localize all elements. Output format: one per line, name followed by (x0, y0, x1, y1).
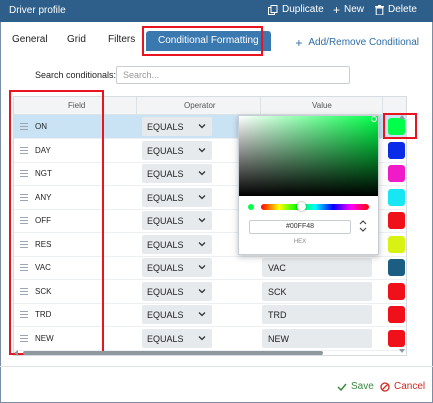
hex-mode-label: HEX (293, 239, 307, 245)
title-bar: Driver profile Duplicate + New Delete (0, 0, 433, 22)
operator-select[interactable]: EQUALS (142, 258, 212, 277)
new-button[interactable]: + New (333, 2, 365, 17)
value-text: VAC (268, 263, 286, 273)
operator-select[interactable]: EQUALS (142, 305, 212, 324)
operator-value: EQUALS (147, 239, 184, 250)
operator-select[interactable]: EQUALS (142, 140, 212, 160)
swatch-highlight-box (383, 113, 417, 139)
operator-value: EQUALS (147, 122, 184, 132)
chevron-down-icon (198, 265, 206, 270)
chevron-down-icon (198, 171, 206, 176)
color-picker-popover: #00FF48 HEX (238, 115, 379, 255)
save-label: Save (351, 381, 374, 392)
chevron-down-icon (198, 241, 206, 246)
chevron-down-icon (198, 124, 206, 129)
new-label: New (344, 4, 365, 15)
chevron-down-icon (198, 288, 206, 293)
operator-select[interactable]: EQUALS (142, 187, 212, 207)
chevron-down-icon (198, 147, 206, 152)
delete-button[interactable]: Delete (375, 4, 417, 15)
tab-highlight-box (142, 26, 263, 56)
operator-select[interactable]: EQUALS (142, 211, 212, 230)
horizontal-scrollbar[interactable] (13, 349, 407, 357)
trash-icon (375, 4, 384, 15)
check-icon (337, 383, 347, 391)
operator-select[interactable]: EQUALS (142, 281, 212, 301)
duplicate-button[interactable]: Duplicate (268, 4, 324, 15)
plus-icon: + (333, 2, 341, 17)
value-text: NEW (268, 333, 289, 344)
delete-label: Delete (388, 4, 417, 15)
value-input[interactable]: TRD (262, 305, 372, 324)
hex-input[interactable]: #00FF48 (249, 220, 351, 234)
operator-value: EQUALS (147, 145, 184, 156)
hue-slider-handle[interactable] (297, 202, 306, 211)
operator-value: EQUALS (147, 286, 184, 297)
value-input[interactable]: VAC (262, 258, 372, 277)
scroll-left-icon[interactable] (13, 349, 19, 357)
saturation-handle[interactable] (371, 116, 377, 122)
horizontal-scroll-thumb[interactable] (23, 351, 323, 355)
operator-value: EQUALS (147, 169, 184, 179)
scroll-down-icon[interactable] (398, 348, 406, 354)
column-header-operator[interactable]: Operator (184, 101, 216, 110)
add-remove-conditional-button[interactable]: + Add/Remove Conditional (295, 35, 419, 50)
tab-filters[interactable]: Filters (108, 34, 135, 45)
value-input[interactable]: SCK (262, 281, 372, 301)
tab-grid[interactable]: Grid (67, 34, 86, 45)
cancel-button[interactable]: Cancel (380, 381, 425, 392)
plus-icon: + (295, 35, 303, 50)
tab-general[interactable]: General (12, 34, 48, 45)
duplicate-label: Duplicate (282, 4, 324, 15)
mode-toggle-icon[interactable] (359, 220, 367, 232)
operator-select[interactable]: EQUALS (142, 328, 212, 348)
operator-value: EQUALS (147, 216, 184, 226)
value-input[interactable]: NEW (262, 328, 372, 348)
operator-value: EQUALS (147, 263, 184, 273)
chevron-down-icon (198, 218, 206, 223)
operator-select[interactable]: EQUALS (142, 234, 212, 254)
color-preview-dot (248, 204, 254, 210)
chevron-down-icon (198, 194, 206, 199)
chevron-down-icon (198, 312, 206, 317)
search-label: Search conditionals: (35, 70, 117, 80)
value-text: SCK (268, 286, 287, 297)
cancel-label: Cancel (394, 381, 426, 392)
dialog-title: Driver profile (9, 5, 66, 16)
operator-value: EQUALS (147, 192, 184, 203)
save-button[interactable]: Save (337, 381, 374, 392)
search-input[interactable] (116, 66, 350, 84)
operator-value: EQUALS (147, 310, 184, 320)
operator-value: EQUALS (147, 333, 184, 344)
duplicate-icon (268, 4, 278, 15)
value-text: TRD (268, 310, 287, 320)
hue-slider[interactable] (261, 204, 369, 210)
field-column-highlight-box (9, 90, 104, 355)
cancel-icon (380, 381, 390, 392)
operator-select[interactable]: EQUALS (142, 164, 212, 183)
chevron-down-icon (198, 335, 206, 340)
column-header-value[interactable]: Value (312, 101, 332, 110)
operator-select[interactable]: EQUALS (142, 117, 212, 136)
vertical-scrollbar[interactable] (398, 114, 406, 354)
add-remove-label: Add/Remove Conditional (308, 37, 419, 48)
saturation-value-area[interactable] (239, 116, 378, 196)
footer-divider (0, 366, 433, 367)
